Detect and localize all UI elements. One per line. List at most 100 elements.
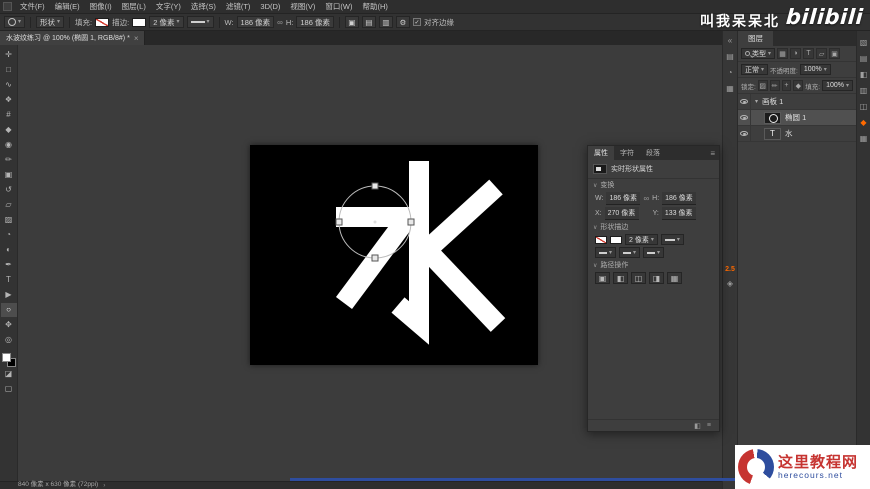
shape-height-field[interactable]: 186 像素 <box>296 16 334 28</box>
tab-character[interactable]: 字符 <box>614 146 640 160</box>
stroke-align-select[interactable]: ▾ <box>595 247 617 258</box>
filter-pixel-layers-icon[interactable]: ▦ <box>777 48 789 59</box>
stroke-width-select[interactable]: 2 像素 ▾ <box>149 16 184 28</box>
swatches-panel-icon[interactable]: ▤ <box>857 52 870 64</box>
layer-row-artboard[interactable]: ▾ 画板 1 <box>738 94 856 110</box>
prop-y-field[interactable]: 133 像素 <box>661 207 696 220</box>
shape-tool[interactable]: ○ <box>0 303 17 317</box>
prop-height-field[interactable]: 186 像素 <box>662 192 697 205</box>
marquee-tool[interactable]: □ <box>1 63 17 77</box>
zoom-tool[interactable]: ◎ <box>1 333 17 347</box>
quick-selection-tool[interactable]: ❖ <box>1 93 17 107</box>
section-caret-icon[interactable]: ∨ <box>593 224 597 231</box>
path-operations-icon[interactable]: ▣ <box>344 16 359 28</box>
filter-adjustment-layers-icon[interactable]: ◑ <box>790 48 802 59</box>
color-swatches[interactable] <box>1 353 16 367</box>
color-panel-icon[interactable]: ▤ <box>724 50 737 62</box>
link-dimensions-icon[interactable]: ∞ <box>277 18 283 27</box>
menu-item[interactable]: 滤镜(T) <box>221 1 256 12</box>
filter-shape-layers-icon[interactable]: ▱ <box>816 48 828 59</box>
tab-layers[interactable]: 图层 <box>738 31 773 46</box>
gradient-tool[interactable]: ▨ <box>1 213 17 227</box>
close-icon[interactable]: × <box>134 34 139 43</box>
menu-item[interactable]: 图像(I) <box>85 1 117 12</box>
type-tool[interactable]: T <box>1 273 17 287</box>
dodge-tool[interactable]: ◐ <box>1 243 17 257</box>
lock-all-icon[interactable]: ◆ <box>793 80 804 91</box>
adjustments-panel-icon[interactable]: ◔ <box>724 66 737 78</box>
brush-tool[interactable]: ✏ <box>1 153 17 167</box>
path-selection-tool[interactable]: ▶ <box>1 288 17 302</box>
document-canvas[interactable]: 水 <box>250 145 538 365</box>
lock-position-icon[interactable]: + <box>781 80 792 91</box>
document-tab[interactable]: 水波纹练习 @ 100% (椭圆 1, RGB/8#) * × <box>0 31 146 45</box>
align-edges-checkbox[interactable]: ✓ <box>412 18 421 26</box>
prop-stroke-type-select[interactable]: ▾ <box>660 234 684 245</box>
tool-mode-select[interactable]: 形状 ▾ <box>36 16 65 28</box>
clip-to-layer-icon[interactable]: ◧ <box>694 422 701 430</box>
stroke-type-select[interactable]: ▾ <box>186 16 214 28</box>
merge-shape-components-icon[interactable]: ▦ <box>667 272 682 284</box>
quick-mask-mode-icon[interactable]: ◪ <box>1 367 17 381</box>
tool-preset-picker[interactable]: ▾ <box>4 16 26 28</box>
screen-mode-icon[interactable]: ▢ <box>1 382 17 396</box>
filter-type-layers-icon[interactable]: T <box>803 48 815 59</box>
history-brush-tool[interactable]: ↺ <box>1 183 17 197</box>
visibility-toggle[interactable] <box>738 126 751 141</box>
styles-panel-icon[interactable]: ◧ <box>857 68 870 80</box>
collapse-panels-icon[interactable]: « <box>724 34 737 46</box>
fill-opacity-select[interactable]: 100% ▾ <box>822 80 853 91</box>
menu-item[interactable]: 选择(S) <box>186 1 221 12</box>
layer-thumbnail[interactable] <box>764 111 781 124</box>
lock-transparent-pixels-icon[interactable]: ▨ <box>757 80 768 91</box>
link-icon[interactable]: ∞ <box>643 194 649 203</box>
prop-x-field[interactable]: 270 像素 <box>604 207 639 220</box>
visibility-toggle[interactable] <box>738 94 751 109</box>
menu-item[interactable]: 文字(Y) <box>151 1 186 12</box>
lock-image-pixels-icon[interactable]: ✏ <box>769 80 780 91</box>
layer-row-ellipse[interactable]: 椭圆 1 <box>738 110 856 126</box>
section-caret-icon[interactable]: ∨ <box>593 182 597 189</box>
channels-panel-icon[interactable]: ▥ <box>857 84 870 96</box>
stroke-swatch[interactable] <box>132 17 147 27</box>
menu-item[interactable]: 帮助(H) <box>358 1 393 12</box>
status-chevron-icon[interactable]: › <box>103 482 105 489</box>
foreground-color-swatch[interactable] <box>1 353 11 362</box>
opacity-select[interactable]: 100% ▾ <box>799 64 831 75</box>
fill-swatch[interactable] <box>95 17 110 27</box>
sync-panel-icon[interactable]: ◆ <box>857 116 870 128</box>
menu-item[interactable]: 文件(F) <box>15 1 50 12</box>
section-caret-icon[interactable]: ∨ <box>593 262 597 269</box>
exclude-overlapping-icon[interactable]: ◨ <box>649 272 664 284</box>
path-arrangement-icon[interactable]: ▥ <box>378 16 393 28</box>
layer-filter-select[interactable]: 类型 ▾ <box>741 48 776 59</box>
expand-caret-icon[interactable]: ▾ <box>755 98 758 105</box>
blend-mode-select[interactable]: 正常 ▾ <box>741 64 769 75</box>
tab-properties[interactable]: 属性 <box>588 146 614 160</box>
tab-paragraph[interactable]: 段落 <box>640 146 666 160</box>
prop-stroke-width-select[interactable]: 2 像素 ▾ <box>625 234 658 245</box>
paths-panel-icon[interactable]: ◫ <box>857 100 870 112</box>
move-tool[interactable]: ✛ <box>1 48 17 62</box>
layer-row-text[interactable]: T 水 <box>738 126 856 142</box>
menu-item[interactable]: 编辑(E) <box>50 1 85 12</box>
menu-item[interactable]: 图层(L) <box>117 1 151 12</box>
eraser-tool[interactable]: ▱ <box>1 198 17 212</box>
hand-tool[interactable]: ✥ <box>1 318 17 332</box>
eyedropper-tool[interactable]: ◆ <box>1 123 17 137</box>
shape-width-field[interactable]: 186 像素 <box>236 16 275 28</box>
panel-menu-icon[interactable]: ≡ <box>706 146 719 160</box>
notes-panel-icon[interactable]: ▦ <box>857 132 870 144</box>
shape-stroke-swatch[interactable] <box>610 235 622 244</box>
crop-tool[interactable]: # <box>1 108 17 122</box>
shape-fill-swatch[interactable] <box>595 235 607 244</box>
healing-brush-tool[interactable]: ◉ <box>1 138 17 152</box>
gear-icon[interactable]: ⚙ <box>395 16 410 28</box>
filter-smart-objects-icon[interactable]: ▣ <box>829 48 841 59</box>
intersect-shapes-icon[interactable]: ◫ <box>631 272 646 284</box>
stroke-cap-select[interactable]: ▾ <box>619 247 641 258</box>
combine-shapes-icon[interactable]: ▣ <box>595 272 610 284</box>
layer-thumbnail[interactable]: T <box>764 127 781 140</box>
lasso-tool[interactable]: ∿ <box>1 78 17 92</box>
subtract-front-shape-icon[interactable]: ◧ <box>613 272 628 284</box>
